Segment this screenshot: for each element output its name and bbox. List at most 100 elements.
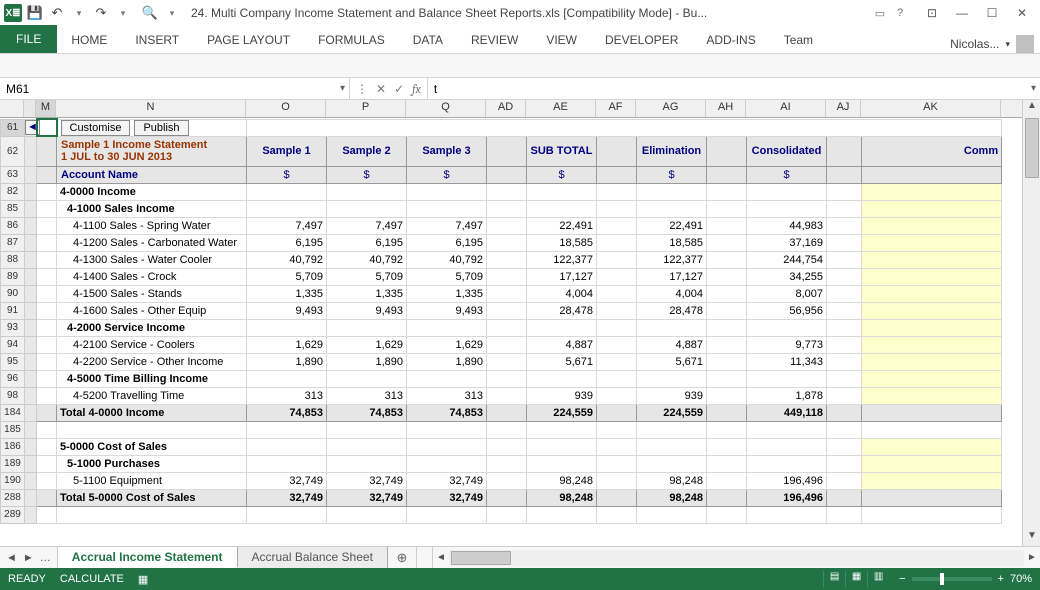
formula-expand-icon[interactable]: ▾ <box>1031 83 1036 94</box>
row-hdr[interactable]: 94 <box>1 336 25 353</box>
cell[interactable]: 5,671 <box>637 353 707 370</box>
row-hdr[interactable]: 186 <box>1 438 25 455</box>
col-hdr-ae[interactable]: AE <box>526 100 596 117</box>
vertical-scrollbar[interactable]: ▲ ▼ <box>1022 100 1040 546</box>
cell[interactable]: 313 <box>327 387 407 404</box>
cell[interactable]: 9,773 <box>747 336 827 353</box>
scroll-up-icon[interactable]: ▲ <box>1023 100 1040 116</box>
cell[interactable]: 32,749 <box>327 489 407 506</box>
scroll-thumb[interactable] <box>1025 118 1039 178</box>
cost-of-sales-header[interactable]: 5-0000 Cost of Sales <box>57 438 247 455</box>
cell[interactable]: 18,585 <box>637 234 707 251</box>
minimize-icon[interactable]: — <box>948 3 976 23</box>
cell[interactable]: 1,629 <box>247 336 327 353</box>
tab-formulas[interactable]: FORMULAS <box>304 26 399 53</box>
cell[interactable]: 5,709 <box>327 268 407 285</box>
publish-button[interactable]: Publish <box>134 120 188 136</box>
row-hdr[interactable]: 61 <box>1 119 25 136</box>
row-hdr[interactable]: 190 <box>1 472 25 489</box>
col-hdr-ak[interactable]: AK <box>861 100 1001 117</box>
cell[interactable]: 6,195 <box>407 234 487 251</box>
account-name[interactable]: 5-1100 Equipment <box>57 472 247 489</box>
scroll-right-icon[interactable]: ► <box>1024 552 1040 563</box>
col-hdr-q[interactable]: Q <box>406 100 486 117</box>
add-sheet-icon[interactable]: ⊕ <box>388 547 416 568</box>
account-name[interactable]: 4-2100 Service - Coolers <box>57 336 247 353</box>
tab-insert[interactable]: INSERT <box>121 26 193 53</box>
cell[interactable]: 56,956 <box>747 302 827 319</box>
tab-home[interactable]: HOME <box>57 26 121 53</box>
cell[interactable]: 34,255 <box>747 268 827 285</box>
service-header[interactable]: 4-2000 Service Income <box>57 319 247 336</box>
sheet-tab-accrual-balance[interactable]: Accrual Balance Sheet <box>238 547 388 568</box>
cell[interactable]: 5,709 <box>407 268 487 285</box>
cell[interactable]: 9,493 <box>407 302 487 319</box>
col-hdr-o[interactable]: O <box>246 100 326 117</box>
row-hdr[interactable]: 62 <box>1 136 25 166</box>
cell[interactable]: 244,754 <box>747 251 827 268</box>
tab-view[interactable]: VIEW <box>532 26 591 53</box>
cell[interactable]: 7,497 <box>327 217 407 234</box>
cell[interactable]: 6,195 <box>247 234 327 251</box>
account-name[interactable]: 4-1400 Sales - Crock <box>57 268 247 285</box>
cell[interactable]: 1,890 <box>407 353 487 370</box>
save-icon[interactable]: 💾 <box>26 4 44 22</box>
col-hdr-ai[interactable]: AI <box>746 100 826 117</box>
view-normal-icon[interactable]: ▤ <box>823 571 845 587</box>
cell[interactable]: 6,195 <box>327 234 407 251</box>
cell[interactable]: 5,671 <box>527 353 597 370</box>
row-hdr[interactable]: 288 <box>1 489 25 506</box>
tab-more-icon[interactable]: … <box>40 552 51 564</box>
scroll-left-icon[interactable]: ◄ <box>433 552 449 563</box>
cell[interactable]: 9,493 <box>327 302 407 319</box>
cell[interactable]: 98,248 <box>527 472 597 489</box>
row-hdr[interactable]: 189 <box>1 455 25 472</box>
cell[interactable]: 1,890 <box>247 353 327 370</box>
zoom-value[interactable]: 70% <box>1010 573 1032 585</box>
cell[interactable]: 4,887 <box>637 336 707 353</box>
cell[interactable]: 98,248 <box>637 472 707 489</box>
row-hdr[interactable]: 93 <box>1 319 25 336</box>
outline-cell[interactable]: ◄ <box>25 119 37 136</box>
col-hdr-aj[interactable]: AJ <box>826 100 861 117</box>
tab-prev-icon[interactable]: ◄ <box>6 552 17 564</box>
row-hdr[interactable]: 185 <box>1 421 25 438</box>
cell[interactable]: 32,749 <box>407 489 487 506</box>
cell[interactable]: 5,709 <box>247 268 327 285</box>
cell[interactable]: 224,559 <box>637 404 707 421</box>
col-hdr-p[interactable]: P <box>326 100 406 117</box>
col-hdr-af[interactable]: AF <box>596 100 636 117</box>
cell[interactable]: 74,853 <box>327 404 407 421</box>
cell[interactable]: 22,491 <box>527 217 597 234</box>
zoom-control[interactable]: − + 70% <box>899 573 1032 585</box>
cell[interactable]: 40,792 <box>407 251 487 268</box>
formula-input[interactable]: t ▾ <box>428 78 1040 99</box>
cell[interactable]: 1,629 <box>407 336 487 353</box>
row-hdr[interactable]: 86 <box>1 217 25 234</box>
cell[interactable]: 122,377 <box>527 251 597 268</box>
cell[interactable]: 4,887 <box>527 336 597 353</box>
name-box[interactable]: M61 ▾ <box>0 78 350 99</box>
cell[interactable]: 8,007 <box>747 285 827 302</box>
ribbon-display-icon[interactable]: ⊡ <box>918 3 946 23</box>
tab-page-layout[interactable]: PAGE LAYOUT <box>193 26 304 53</box>
row-hdr[interactable]: 88 <box>1 251 25 268</box>
row-hdr[interactable]: 184 <box>1 404 25 421</box>
horizontal-scrollbar[interactable]: ◄ ► <box>432 547 1040 568</box>
cell[interactable]: 40,792 <box>327 251 407 268</box>
account-label[interactable]: Nicolas... ▾ <box>950 35 1040 53</box>
scroll-down-icon[interactable]: ▼ <box>1023 530 1040 546</box>
cell[interactable]: 74,853 <box>247 404 327 421</box>
row-hdr[interactable]: 82 <box>1 183 25 200</box>
row-hdr[interactable]: 98 <box>1 387 25 404</box>
zoom-slider[interactable] <box>912 577 992 581</box>
cell[interactable]: 196,496 <box>747 472 827 489</box>
cell[interactable]: 11,343 <box>747 353 827 370</box>
cell[interactable]: 17,127 <box>527 268 597 285</box>
outline-column[interactable] <box>24 100 36 117</box>
fx-icon[interactable]: fx <box>412 82 421 96</box>
zoom-out-icon[interactable]: − <box>899 573 905 585</box>
cell[interactable]: 32,749 <box>327 472 407 489</box>
customise-button[interactable]: Customise <box>61 120 131 136</box>
cell[interactable]: 7,497 <box>407 217 487 234</box>
